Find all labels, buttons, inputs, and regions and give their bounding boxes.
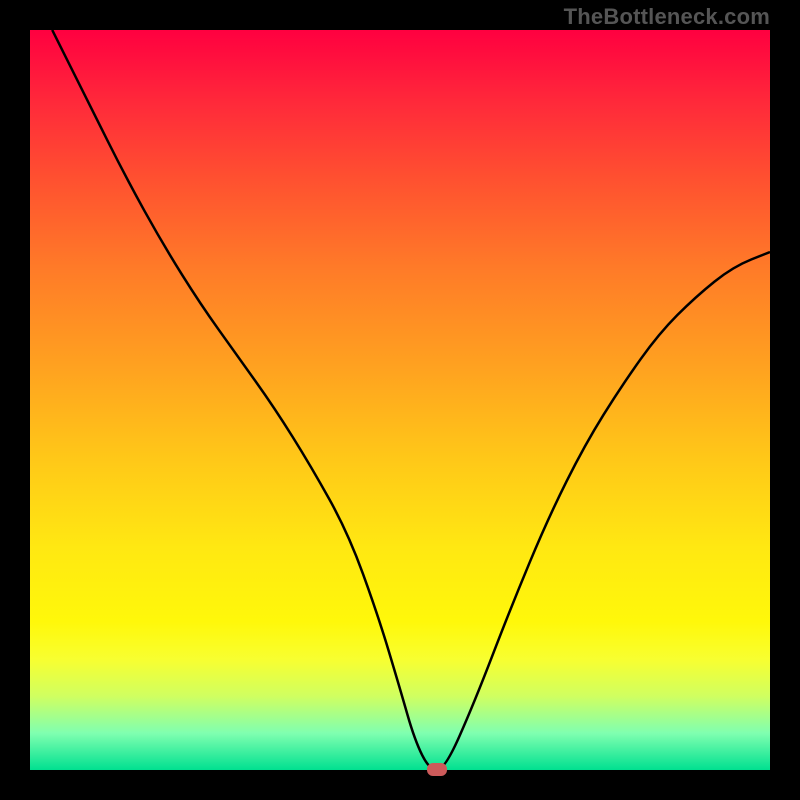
plot-area [30,30,770,770]
chart-frame: TheBottleneck.com [0,0,800,800]
bottleneck-curve [52,30,770,770]
watermark-text: TheBottleneck.com [564,4,770,30]
optimum-marker [427,763,447,776]
curve-layer [30,30,770,770]
